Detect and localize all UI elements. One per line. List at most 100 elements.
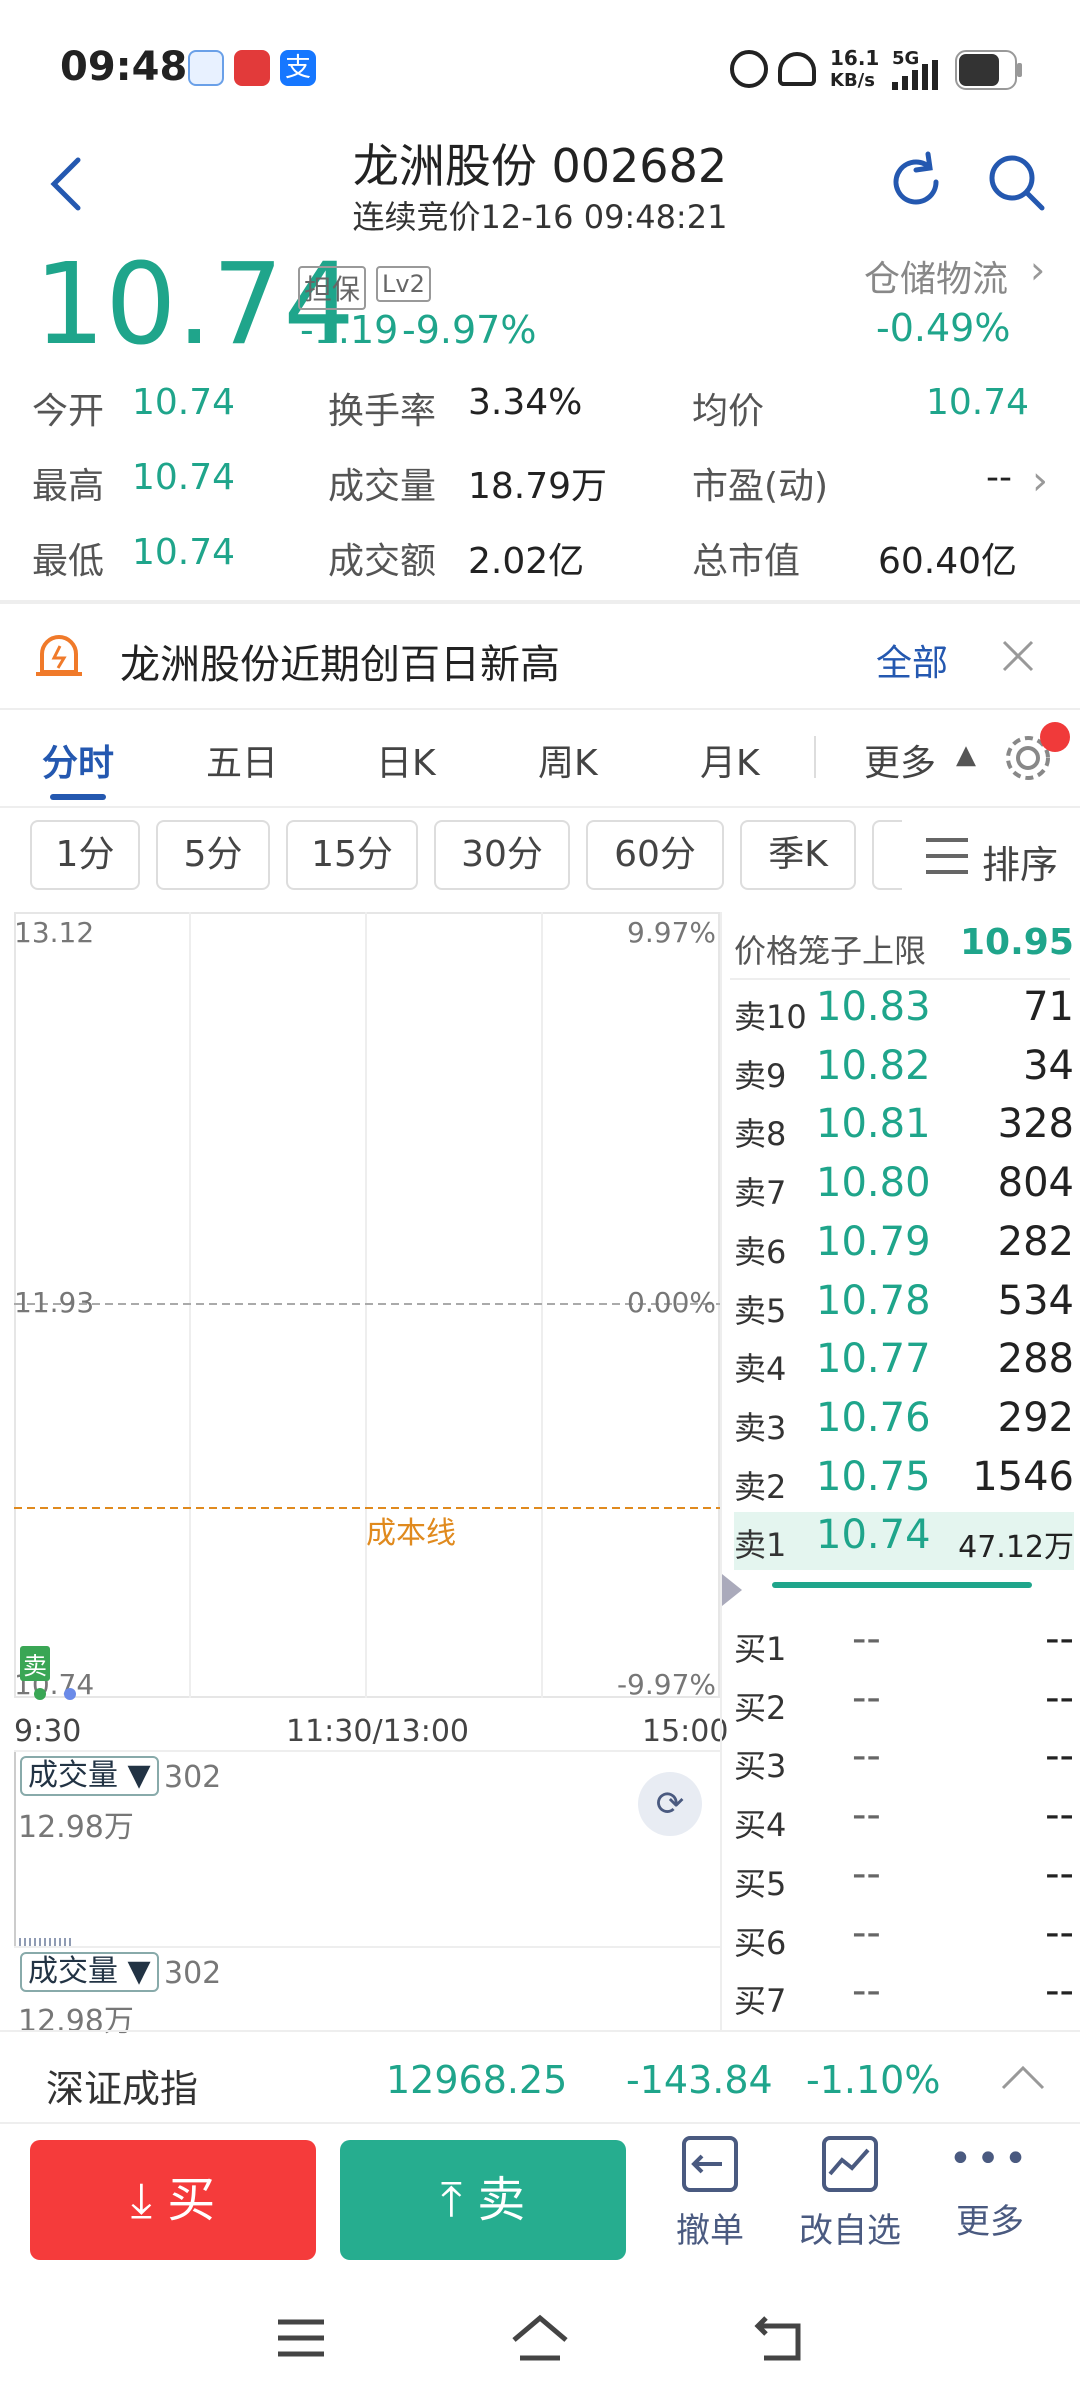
price-change-pct: -9.97% bbox=[402, 308, 537, 352]
ask-level: 卖3 bbox=[734, 1408, 787, 1447]
tab-weekly-k[interactable]: 周K bbox=[538, 734, 598, 786]
ask-row[interactable]: 卖9 10.82 34 bbox=[734, 1043, 1074, 1101]
open-value: 10.74 bbox=[132, 382, 236, 423]
bid-volume: -- bbox=[1045, 1616, 1074, 1662]
ask-row[interactable]: 卖3 10.76 292 bbox=[734, 1395, 1074, 1453]
volume-bars bbox=[14, 1938, 74, 1946]
ask-row[interactable]: 卖4 10.77 288 bbox=[734, 1336, 1074, 1394]
bid-row[interactable]: 买5 -- -- bbox=[734, 1851, 1074, 1909]
ask-volume: 34 bbox=[1023, 1042, 1074, 1089]
close-icon[interactable] bbox=[1002, 640, 1034, 672]
alarm-light-icon bbox=[36, 635, 82, 676]
ask-price: 10.74 bbox=[816, 1512, 931, 1559]
volume-axis bbox=[14, 1752, 16, 1946]
ask-level: 卖2 bbox=[734, 1467, 787, 1506]
chip-15min[interactable]: 15分 bbox=[286, 820, 418, 890]
home-icon[interactable] bbox=[510, 2314, 570, 2362]
tab-more[interactable]: 更多 bbox=[864, 734, 936, 786]
bid-volume: -- bbox=[1045, 1792, 1074, 1839]
news-all-link[interactable]: 全部 bbox=[876, 634, 948, 686]
buy-arrow-icon: ⤓ bbox=[130, 2172, 152, 2228]
chevron-right-icon: › bbox=[1030, 248, 1046, 292]
volume-panel: 成交量 ▼ 302 12.98万 ⟳ bbox=[14, 1752, 720, 1946]
ask-row[interactable]: 卖2 10.75 1546 bbox=[734, 1454, 1074, 1512]
more-button[interactable]: ••• 更多 bbox=[930, 2134, 1050, 2243]
bid-price: -- bbox=[852, 1909, 881, 1956]
system-nav-bar bbox=[0, 2284, 1080, 2400]
play-icon bbox=[722, 1574, 742, 1606]
sort-button[interactable]: 排序 bbox=[982, 834, 1058, 889]
volume-value: 18.79万 bbox=[468, 466, 608, 507]
search-icon[interactable] bbox=[984, 150, 1048, 214]
ask-row[interactable]: 卖10 10.83 71 bbox=[734, 984, 1074, 1042]
chip-30min[interactable]: 30分 bbox=[434, 820, 570, 890]
menu-icon[interactable] bbox=[924, 836, 970, 876]
pe-value: -- bbox=[986, 457, 1012, 498]
bid-row[interactable]: 买7 -- -- bbox=[734, 1968, 1074, 2026]
chevron-right-icon[interactable]: › bbox=[1032, 458, 1048, 504]
ask-row[interactable]: 卖8 10.81 328 bbox=[734, 1101, 1074, 1159]
ask-row[interactable]: 卖6 10.79 282 bbox=[734, 1219, 1074, 1277]
more-label: 更多 bbox=[956, 2202, 1024, 2242]
ask-price: 10.79 bbox=[816, 1218, 931, 1265]
chip-season-k[interactable]: 季K bbox=[740, 820, 856, 890]
intraday-chart[interactable]: 13.12 11.93 10.74 9.97% 0.00% -9.97% 成本线… bbox=[14, 912, 720, 1701]
ask-volume: 288 bbox=[997, 1336, 1074, 1383]
status-time: 09:48 bbox=[60, 44, 188, 90]
bid-row[interactable]: 买4 -- -- bbox=[734, 1792, 1074, 1850]
bid-row[interactable]: 买2 -- -- bbox=[734, 1675, 1074, 1733]
refresh-icon[interactable] bbox=[884, 150, 948, 214]
bid-row[interactable]: 买3 -- -- bbox=[734, 1733, 1074, 1791]
buy-button[interactable]: ⤓ 买 bbox=[30, 2140, 316, 2260]
back-nav-icon[interactable] bbox=[752, 2314, 808, 2362]
chip-5min[interactable]: 5分 bbox=[156, 820, 270, 890]
index-value: 12968.25 bbox=[386, 2058, 568, 2102]
tab-intraday[interactable]: 分时 bbox=[42, 734, 114, 786]
bid-volume: -- bbox=[1045, 1968, 1074, 2015]
sell-arrow-icon: ⤒ bbox=[440, 2172, 462, 2228]
app-notification-icon bbox=[234, 50, 270, 86]
news-banner[interactable]: 龙洲股份近期创百日新高 全部 bbox=[0, 602, 1080, 708]
chip-1min[interactable]: 1分 bbox=[30, 820, 140, 890]
ask-level: 卖8 bbox=[734, 1115, 787, 1154]
ask-level: 卖1 bbox=[734, 1526, 787, 1565]
sell-button[interactable]: ⤒ 卖 bbox=[340, 2140, 626, 2260]
volume-selector[interactable]: 成交量 ▼ bbox=[20, 1756, 159, 1796]
bid-level: 买6 bbox=[734, 1923, 787, 1962]
bid-level: 买3 bbox=[734, 1747, 787, 1786]
tab-daily-k[interactable]: 日K bbox=[376, 734, 436, 786]
ask-volume: 804 bbox=[997, 1160, 1074, 1207]
ask-level: 卖4 bbox=[734, 1350, 787, 1389]
ask-bid-separator bbox=[772, 1582, 1032, 1588]
watchlist-chart-icon bbox=[822, 2136, 878, 2192]
bid-price: -- bbox=[852, 1674, 881, 1721]
chevron-up-icon[interactable] bbox=[1000, 2062, 1046, 2092]
index-bar[interactable]: 深证成指 12968.25 -143.84 -1.10% bbox=[0, 2032, 1080, 2124]
open-label: 今开 bbox=[32, 391, 105, 432]
menu-nav-icon[interactable] bbox=[276, 2318, 326, 2358]
triangle-up-icon: ▲ bbox=[956, 740, 976, 770]
bid-volume: -- bbox=[1045, 1674, 1074, 1721]
bid-row[interactable]: 买6 -- -- bbox=[734, 1910, 1074, 1968]
chip-60min[interactable]: 60分 bbox=[586, 820, 724, 890]
tab-five-day[interactable]: 五日 bbox=[206, 734, 278, 786]
index-change: -143.84 bbox=[626, 2058, 773, 2102]
ask-row[interactable]: 卖5 10.78 534 bbox=[734, 1278, 1074, 1336]
bid-volume: -- bbox=[1045, 1733, 1074, 1780]
ask-volume: 71 bbox=[1023, 984, 1074, 1030]
rotate-icon[interactable]: ⟳ bbox=[638, 1772, 702, 1836]
cancel-order-button[interactable]: 撤单 bbox=[650, 2134, 770, 2252]
edit-watchlist-button[interactable]: 改自选 bbox=[790, 2134, 910, 2252]
volume-selector[interactable]: 成交量 ▼ bbox=[20, 1952, 159, 1992]
divider bbox=[730, 978, 1070, 980]
index-name: 深证成指 bbox=[46, 2067, 199, 2111]
bid-row[interactable]: 买1 -- -- bbox=[734, 1616, 1074, 1674]
signal-icon bbox=[892, 60, 938, 90]
ask-row[interactable]: 卖7 10.80 804 bbox=[734, 1160, 1074, 1218]
volume-label: 成交量 bbox=[328, 466, 437, 507]
cancel-order-icon bbox=[682, 2136, 738, 2192]
ask-row[interactable]: 卖1 10.74 47.12万 bbox=[734, 1512, 1074, 1571]
tab-monthly-k[interactable]: 月K bbox=[700, 734, 760, 786]
turnover-label: 换手率 bbox=[328, 391, 437, 432]
pct-axis-top: 9.97% bbox=[627, 916, 716, 949]
